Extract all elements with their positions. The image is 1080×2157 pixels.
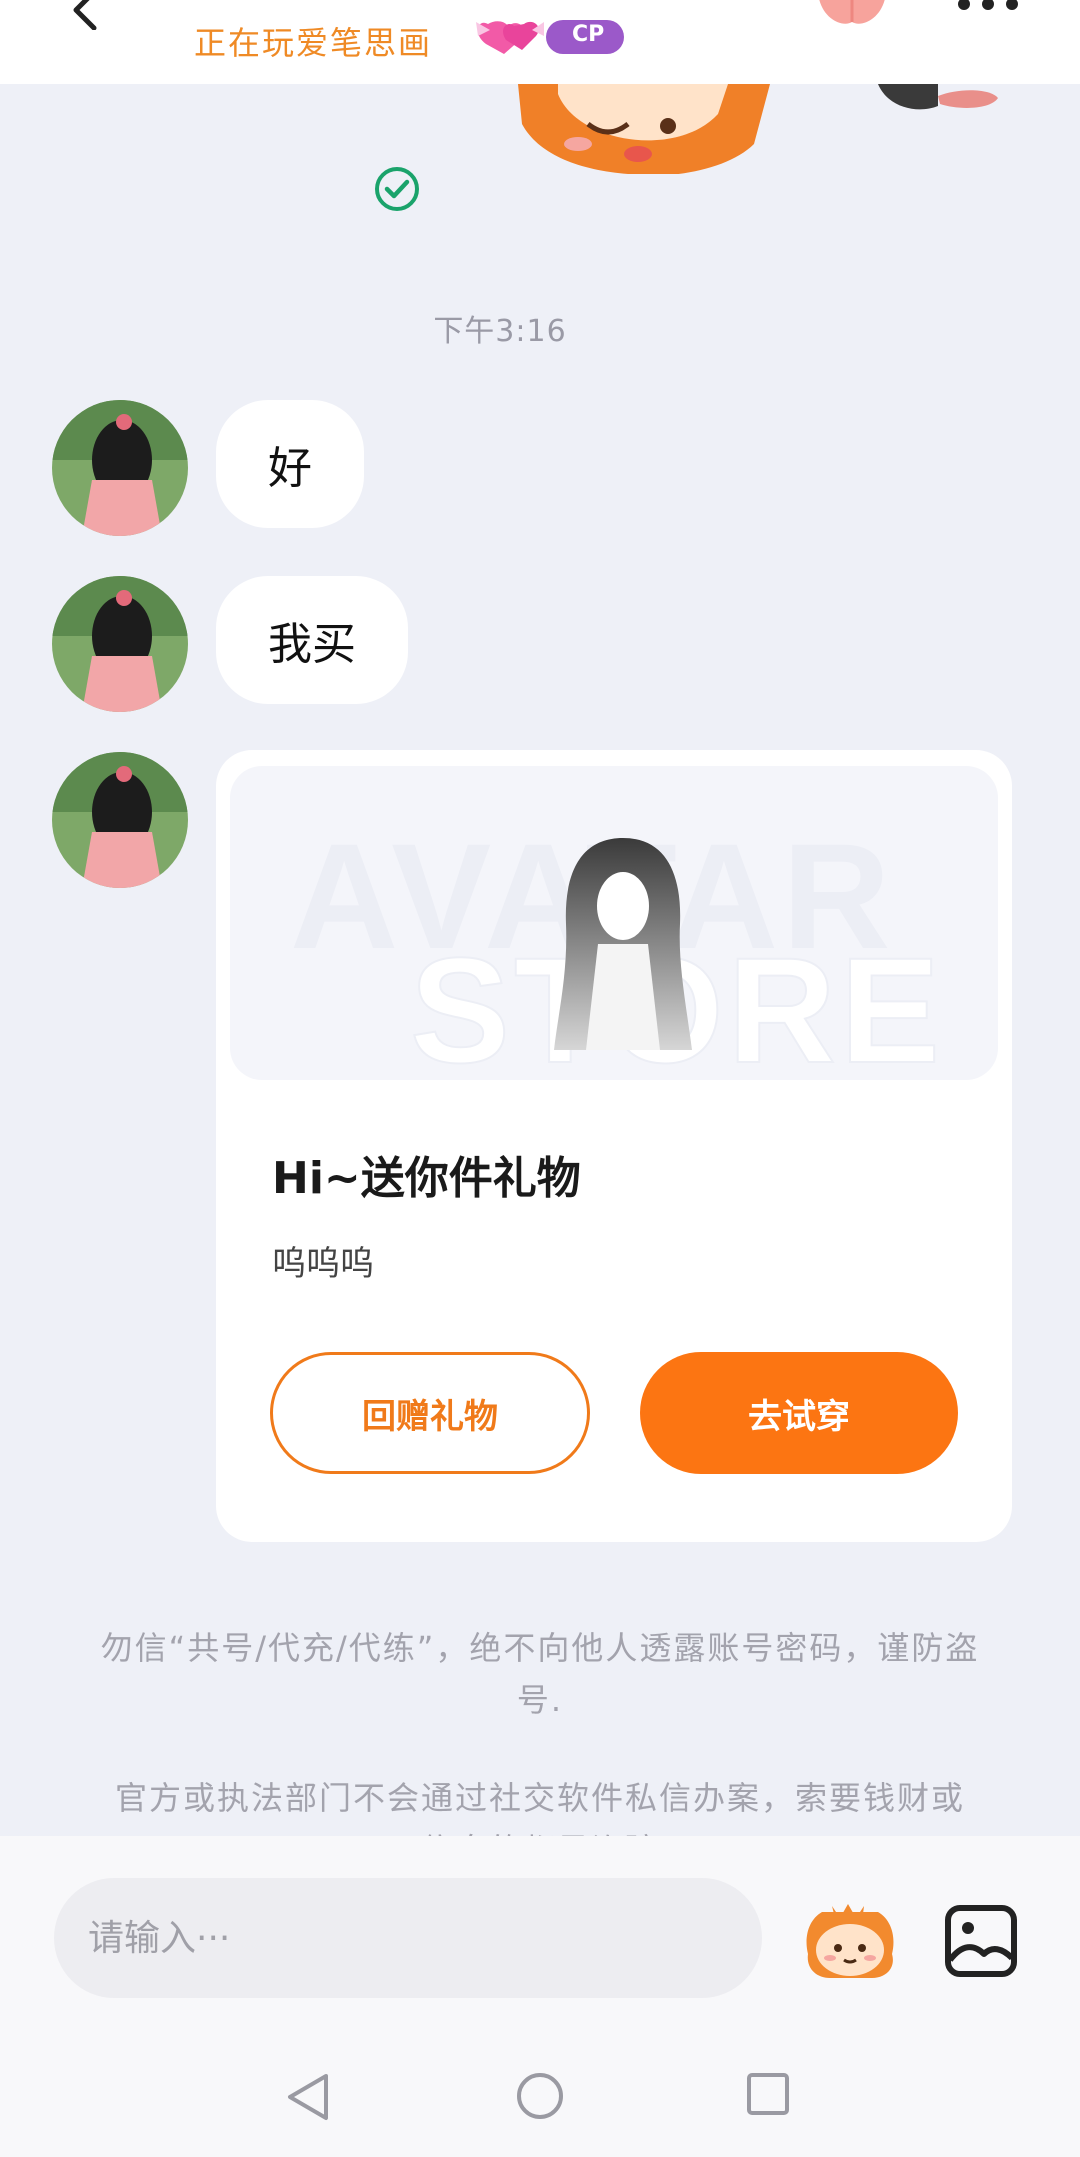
sticker-image[interactable]: [518, 84, 770, 174]
nav-home-icon[interactable]: [516, 2072, 564, 2120]
message-input-bar: [0, 1836, 1080, 2012]
friend-avatar[interactable]: [52, 400, 188, 536]
avatar-image: [52, 400, 188, 536]
cp-badge-label: CP: [572, 22, 605, 47]
back-arrow-icon[interactable]: [66, 0, 106, 30]
message-bubble[interactable]: 好: [216, 400, 364, 528]
nav-recent-apps-icon[interactable]: [746, 2072, 790, 2116]
fraud-notice: 官方或执法部门不会通过社交软件私信办案，索要钱财或信息的都是诈骗: [114, 1779, 965, 1836]
try-on-button[interactable]: 去试穿: [640, 1352, 958, 1474]
hairstyle-preview-image: [554, 838, 692, 1050]
sticker-fragment-image: [878, 84, 998, 110]
read-check-icon: [375, 167, 419, 211]
friend-status-text: 正在玩爱笔思画: [194, 24, 433, 62]
message-bubble[interactable]: 我买: [216, 576, 408, 704]
system-navigation-bar: [0, 2012, 1080, 2157]
image-picker-icon[interactable]: [944, 1904, 1018, 1978]
chat-header: 正在玩爱笔思画 CP: [0, 0, 1080, 84]
avatar-image: [52, 576, 188, 712]
message-timestamp: 下午3:16: [433, 314, 567, 349]
return-gift-button[interactable]: 回赠礼物: [270, 1352, 590, 1474]
friend-avatar[interactable]: [52, 752, 188, 888]
message-input[interactable]: [54, 1878, 762, 1998]
gift-card-message: 呜呜呜: [272, 1244, 374, 1284]
friend-avatar[interactable]: [52, 576, 188, 712]
message-text: 好: [268, 443, 312, 494]
gift-card[interactable]: AVATAR STORE Hi~送你件礼物 呜呜呜 回赠礼物 去试穿: [216, 750, 1012, 1542]
nav-back-icon[interactable]: [286, 2072, 330, 2122]
avatar-image: [52, 752, 188, 888]
peach-icon[interactable]: [812, 0, 892, 28]
security-notice: 勿信“共号/代充/代练”，绝不向他人透露账号密码，谨防盗号.: [100, 1629, 980, 1719]
message-text: 我买: [268, 619, 356, 670]
sticker-emoji-icon[interactable]: [802, 1898, 898, 1982]
gift-card-banner: AVATAR STORE: [230, 766, 998, 1080]
gift-card-title: Hi~送你件礼物: [272, 1153, 581, 1204]
more-options-icon[interactable]: [956, 0, 1020, 14]
